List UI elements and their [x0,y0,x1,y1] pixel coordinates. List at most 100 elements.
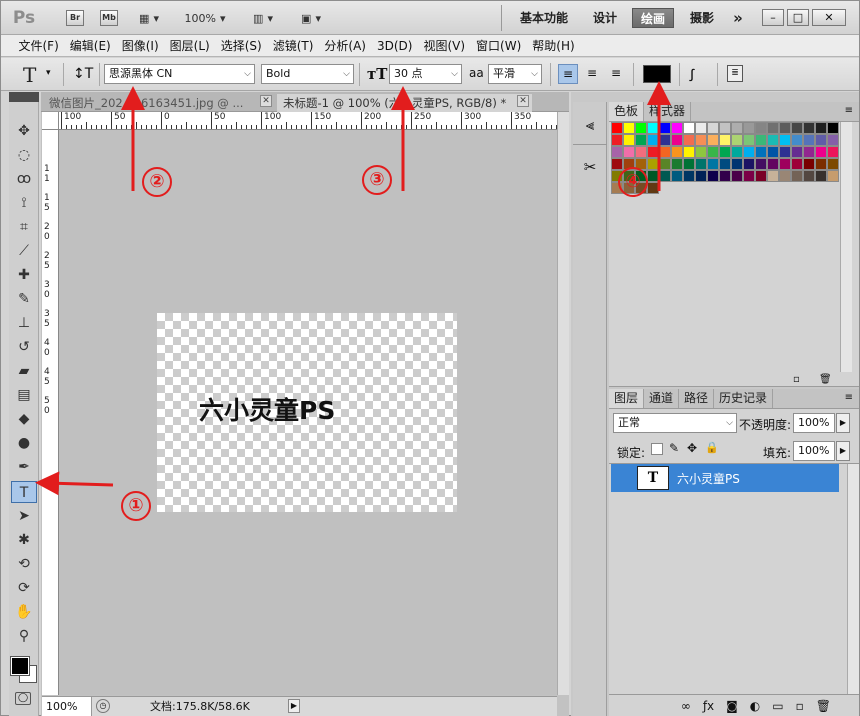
blend-mode-select[interactable]: 正常 ⌵ [613,413,737,433]
tab-swatches[interactable]: 色板 [609,102,645,121]
swatch[interactable] [779,158,791,170]
menu-item-9[interactable]: 窗口(W) [471,37,527,54]
swatch[interactable] [803,146,815,158]
delete-layer-icon[interactable]: 🗑 [816,699,831,713]
align-center-icon[interactable]: ≡ [582,64,602,84]
swatch[interactable] [827,122,839,134]
swatch[interactable] [731,146,743,158]
status-menu-icon[interactable]: ▶ [288,699,300,713]
link-layers-icon[interactable]: ∞ [681,699,691,713]
minibridge-button[interactable]: Mb [97,7,121,29]
swatch[interactable] [743,146,755,158]
zoom-dropdown[interactable]: 100% ▾ [177,7,233,29]
status-info-icon[interactable]: ◷ [96,699,110,713]
swatch[interactable] [695,134,707,146]
delete-swatch-icon[interactable]: 🗑 [819,374,832,385]
swatch[interactable] [707,122,719,134]
swatch[interactable] [659,158,671,170]
align-right-icon[interactable]: ≡ [606,64,626,84]
warp-text-icon[interactable]: ꭍ [689,64,695,86]
panel-menu-icon[interactable]: ≡ [845,392,853,403]
swatch[interactable] [755,122,767,134]
font-size-input[interactable]: 30 点 ⌵ [389,64,462,84]
workspace-design[interactable]: 设计 [587,8,623,28]
swatch[interactable] [683,134,695,146]
minimize-button[interactable]: – [762,9,784,26]
zoom-tool-icon[interactable]: ⚲ [11,625,37,647]
swatch[interactable] [695,158,707,170]
opacity-slider-button[interactable]: ▶ [836,413,850,433]
close-icon[interactable]: ✕ [260,95,272,107]
swatch[interactable] [815,146,827,158]
pen-tool-icon[interactable]: ✒ [11,456,37,478]
swatch[interactable] [815,122,827,134]
swatch[interactable] [647,122,659,134]
close-icon[interactable]: ✕ [517,95,529,107]
swatch[interactable] [623,146,635,158]
swatch[interactable] [635,146,647,158]
layer-style-icon[interactable]: ƒx [703,699,714,713]
swatch[interactable] [695,146,707,158]
swatch[interactable] [755,146,767,158]
move-tool-icon[interactable]: ✥ [11,120,37,142]
antialias-select[interactable]: 平滑 ⌵ [488,64,542,84]
swatch[interactable] [779,134,791,146]
text-orientation-icon[interactable]: ↕T [73,66,93,82]
swatch[interactable] [791,134,803,146]
tab-paths[interactable]: 路径 [679,389,715,408]
eyedropper-tool-icon[interactable]: ⟋ [11,240,37,262]
eraser-tool-icon[interactable]: ▰ [11,360,37,382]
new-group-icon[interactable]: ▭ [772,699,783,713]
swatch[interactable] [611,158,623,170]
layer-row-selected[interactable]: T 六小灵童PS [611,464,839,492]
align-left-icon[interactable]: ≡ [558,64,578,84]
more-workspaces-button[interactable]: » [727,8,749,28]
swatch[interactable] [827,146,839,158]
clone-stamp-tool-icon[interactable]: ⊥ [11,312,37,334]
layer-mask-icon[interactable]: ◙ [726,699,738,713]
menu-item-10[interactable]: 帮助(H) [527,37,580,54]
swatch[interactable] [791,146,803,158]
swatch[interactable] [623,134,635,146]
tool-presets-icon[interactable]: ✂ [579,158,601,180]
swatch[interactable] [779,122,791,134]
menu-item-2[interactable]: 图像(I) [116,37,164,54]
workspace-painting[interactable]: 绘画 [632,8,674,28]
swatch[interactable] [815,134,827,146]
menu-item-1[interactable]: 编辑(E) [64,37,116,54]
tab-layers[interactable]: 图层 [609,389,645,408]
swatch[interactable] [743,134,755,146]
swatch[interactable] [743,122,755,134]
type-tool-icon[interactable]: T [11,481,37,503]
swatch[interactable] [719,146,731,158]
font-family-select[interactable]: 思源黑体 CN ⌵ [104,64,255,84]
swatch[interactable] [827,158,839,170]
maximize-button[interactable]: □ [787,9,809,26]
quick-select-tool-icon[interactable]: ⟟ [11,192,37,214]
swatch[interactable] [743,158,755,170]
3d-rotate-tool-icon[interactable]: ⟲ [11,553,37,575]
swatch[interactable] [803,134,815,146]
swatch[interactable] [659,134,671,146]
swatch[interactable] [767,170,779,182]
swatch[interactable] [671,122,683,134]
menu-item-5[interactable]: 滤镜(T) [267,37,319,54]
swatch[interactable] [683,122,695,134]
healing-brush-tool-icon[interactable]: ✚ [11,264,37,286]
swatch[interactable] [803,122,815,134]
lock-all-icon[interactable]: 🔒 [705,441,719,454]
swatch[interactable] [635,122,647,134]
lock-image-icon[interactable]: ✎ [669,441,679,455]
gradient-tool-icon[interactable]: ▤ [11,384,37,406]
bridge-button[interactable]: Br [63,7,87,29]
panel-menu-icon[interactable]: ≡ [845,105,853,116]
brush-presets-icon[interactable]: ⫷ [579,116,601,138]
menu-item-3[interactable]: 图层(L) [164,37,215,54]
3d-orbit-tool-icon[interactable]: ⟳ [11,577,37,599]
tab-styles[interactable]: 样式器 [644,102,692,121]
swatch[interactable] [743,170,755,182]
arrange-documents-button[interactable]: ▥ ▾ [245,7,281,29]
swatch[interactable] [803,158,815,170]
close-button[interactable]: ✕ [812,9,846,26]
swatch[interactable] [755,158,767,170]
